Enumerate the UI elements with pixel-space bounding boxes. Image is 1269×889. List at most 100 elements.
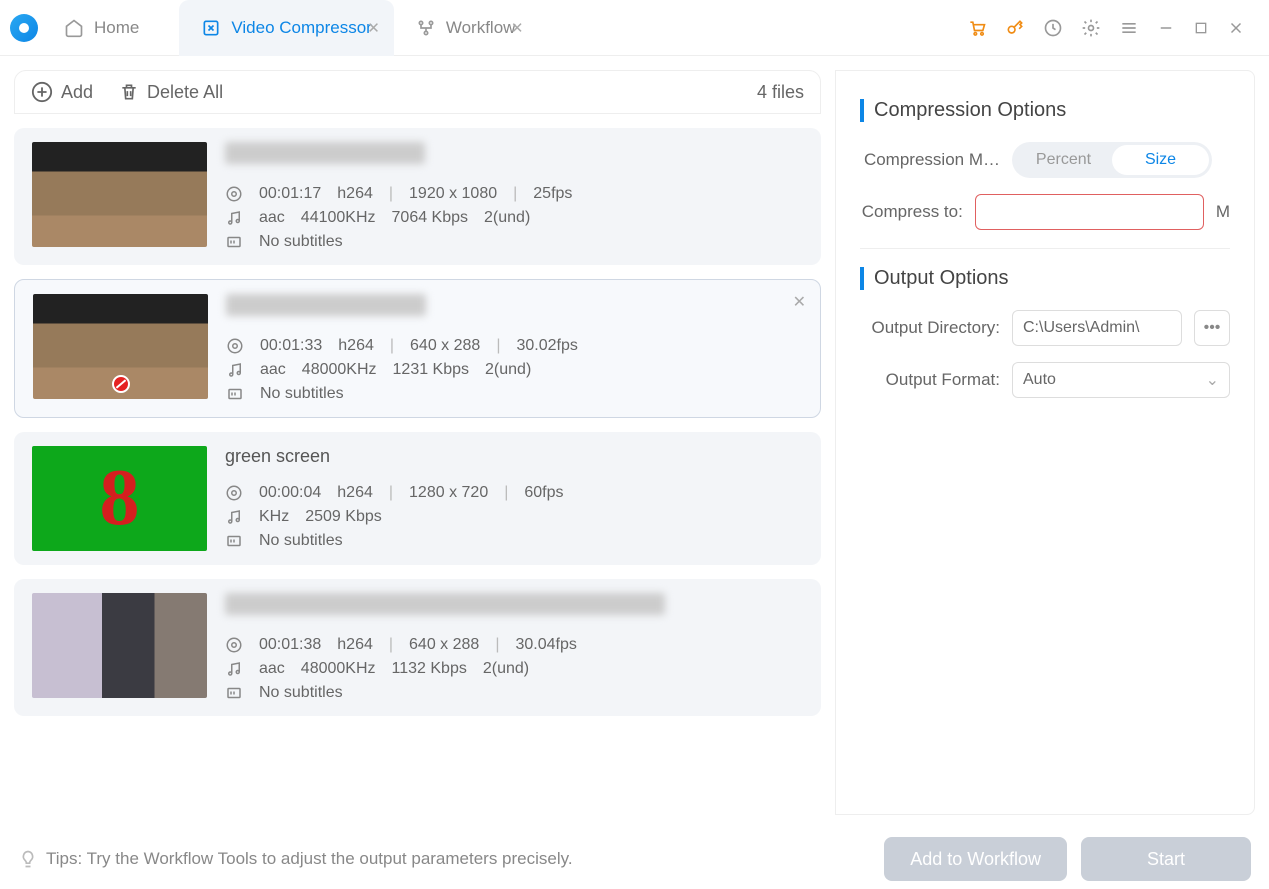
resolution: 1920 x 1080	[409, 185, 497, 203]
fps: 30.04fps	[515, 636, 576, 654]
file-card[interactable]: 00:01:17 h264| 1920 x 1080| 25fps aac 44…	[14, 128, 821, 265]
resolution: 1280 x 720	[409, 484, 488, 502]
workflow-icon	[416, 18, 436, 38]
file-title-blurred	[226, 294, 426, 316]
output-format-value: Auto	[1023, 371, 1056, 389]
music-icon	[225, 508, 243, 526]
channels: 2(und)	[483, 660, 529, 678]
mode-percent[interactable]: Percent	[1015, 145, 1112, 175]
subtitles: No subtitles	[259, 233, 343, 251]
list-header: Add Delete All 4 files	[14, 70, 821, 114]
subtitle-icon	[225, 233, 243, 251]
cart-icon[interactable]	[967, 18, 987, 38]
app-logo-icon	[10, 14, 38, 42]
add-to-workflow-button[interactable]: Add to Workflow	[884, 837, 1067, 881]
compress-to-unit: M	[1216, 202, 1230, 222]
thumbnail	[33, 294, 208, 399]
maximize-icon[interactable]	[1193, 20, 1209, 36]
output-options-title: Output Options	[860, 267, 1230, 290]
compressor-icon	[201, 18, 221, 38]
music-icon	[225, 660, 243, 678]
menu-icon[interactable]	[1119, 18, 1139, 38]
close-icon[interactable]: ✕	[511, 19, 524, 37]
film-icon	[225, 636, 243, 654]
tab-home[interactable]: Home	[58, 0, 179, 56]
subtitles: No subtitles	[259, 532, 343, 550]
file-title: green screen	[225, 446, 330, 468]
film-icon	[225, 185, 243, 203]
add-button[interactable]: Add	[31, 81, 93, 103]
acodec: aac	[260, 361, 286, 379]
bitrate: 1231 Kbps	[393, 361, 470, 379]
options-panel: Compression Options Compression M… Perce…	[835, 70, 1255, 815]
window-controls	[967, 18, 1259, 38]
history-icon[interactable]	[1043, 18, 1063, 38]
output-directory-label: Output Directory:	[860, 318, 1000, 338]
tab-video-compressor[interactable]: Video Compressor ✕	[179, 0, 393, 56]
tab-workflow-label: Workflow	[446, 18, 516, 38]
output-directory-value: C:\Users\Admin\	[1023, 319, 1139, 337]
compression-mode-toggle[interactable]: Percent Size	[1012, 142, 1212, 178]
titlebar: Home Video Compressor ✕ Workflow ✕	[0, 0, 1269, 56]
footer: Tips: Try the Workflow Tools to adjust t…	[0, 829, 1269, 889]
fps: 25fps	[533, 185, 572, 203]
file-card[interactable]: 8 green screen 00:00:04 h264| 1280 x 720…	[14, 432, 821, 565]
sample-rate: KHz	[259, 508, 289, 526]
browse-button[interactable]: •••	[1194, 310, 1230, 346]
compress-to-label: Compress to:	[860, 202, 963, 222]
add-label: Add	[61, 82, 93, 103]
gear-icon[interactable]	[1081, 18, 1101, 38]
file-card[interactable]: 00:01:38 h264| 640 x 288| 30.04fps aac 4…	[14, 579, 821, 716]
key-icon[interactable]	[1005, 18, 1025, 38]
film-icon	[226, 337, 244, 355]
sample-rate: 48000KHz	[301, 660, 376, 678]
acodec: aac	[259, 209, 285, 227]
sample-rate: 44100KHz	[301, 209, 376, 227]
delete-all-label: Delete All	[147, 82, 223, 103]
vcodec: h264	[337, 636, 373, 654]
vcodec: h264	[338, 337, 374, 355]
compression-mode-label: Compression M…	[860, 150, 1000, 170]
channels: 2(und)	[484, 209, 530, 227]
duration: 00:01:17	[259, 185, 321, 203]
tip-text: Tips: Try the Workflow Tools to adjust t…	[46, 849, 573, 869]
file-count: 4 files	[757, 82, 804, 103]
blocked-icon	[112, 375, 130, 393]
output-format-select[interactable]: Auto ⌄	[1012, 362, 1230, 398]
subtitle-icon	[225, 532, 243, 550]
bitrate: 1132 Kbps	[392, 660, 467, 678]
music-icon	[225, 209, 243, 227]
compress-to-input[interactable]	[975, 194, 1204, 230]
film-icon	[225, 484, 243, 502]
bitrate: 2509 Kbps	[305, 508, 382, 526]
music-icon	[226, 361, 244, 379]
vcodec: h264	[337, 185, 373, 203]
duration: 00:00:04	[259, 484, 321, 502]
close-window-icon[interactable]	[1227, 19, 1245, 37]
compression-options-title: Compression Options	[860, 99, 1230, 122]
subtitle-icon	[225, 684, 243, 702]
tab-compressor-label: Video Compressor	[231, 18, 371, 38]
file-title-blurred	[225, 593, 665, 615]
delete-all-button[interactable]: Delete All	[119, 82, 223, 103]
resolution: 640 x 288	[410, 337, 480, 355]
vcodec: h264	[337, 484, 373, 502]
mode-size[interactable]: Size	[1112, 145, 1209, 175]
sample-rate: 48000KHz	[302, 361, 377, 379]
remove-icon[interactable]: ✕	[793, 292, 806, 312]
start-button[interactable]: Start	[1081, 837, 1251, 881]
thumbnail	[32, 142, 207, 247]
thumbnail: 8	[32, 446, 207, 551]
resolution: 640 x 288	[409, 636, 479, 654]
channels: 2(und)	[485, 361, 531, 379]
output-directory-field[interactable]: C:\Users\Admin\	[1012, 310, 1182, 346]
subtitles: No subtitles	[259, 684, 343, 702]
file-card[interactable]: ✕ 00:01:33 h264| 640 x 288| 30.02fps	[14, 279, 821, 418]
tab-home-label: Home	[94, 18, 139, 38]
minimize-icon[interactable]	[1157, 19, 1175, 37]
home-icon	[64, 18, 84, 38]
fps: 30.02fps	[516, 337, 577, 355]
close-icon[interactable]: ✕	[367, 19, 380, 37]
tab-workflow[interactable]: Workflow ✕	[394, 0, 538, 56]
duration: 00:01:38	[259, 636, 321, 654]
